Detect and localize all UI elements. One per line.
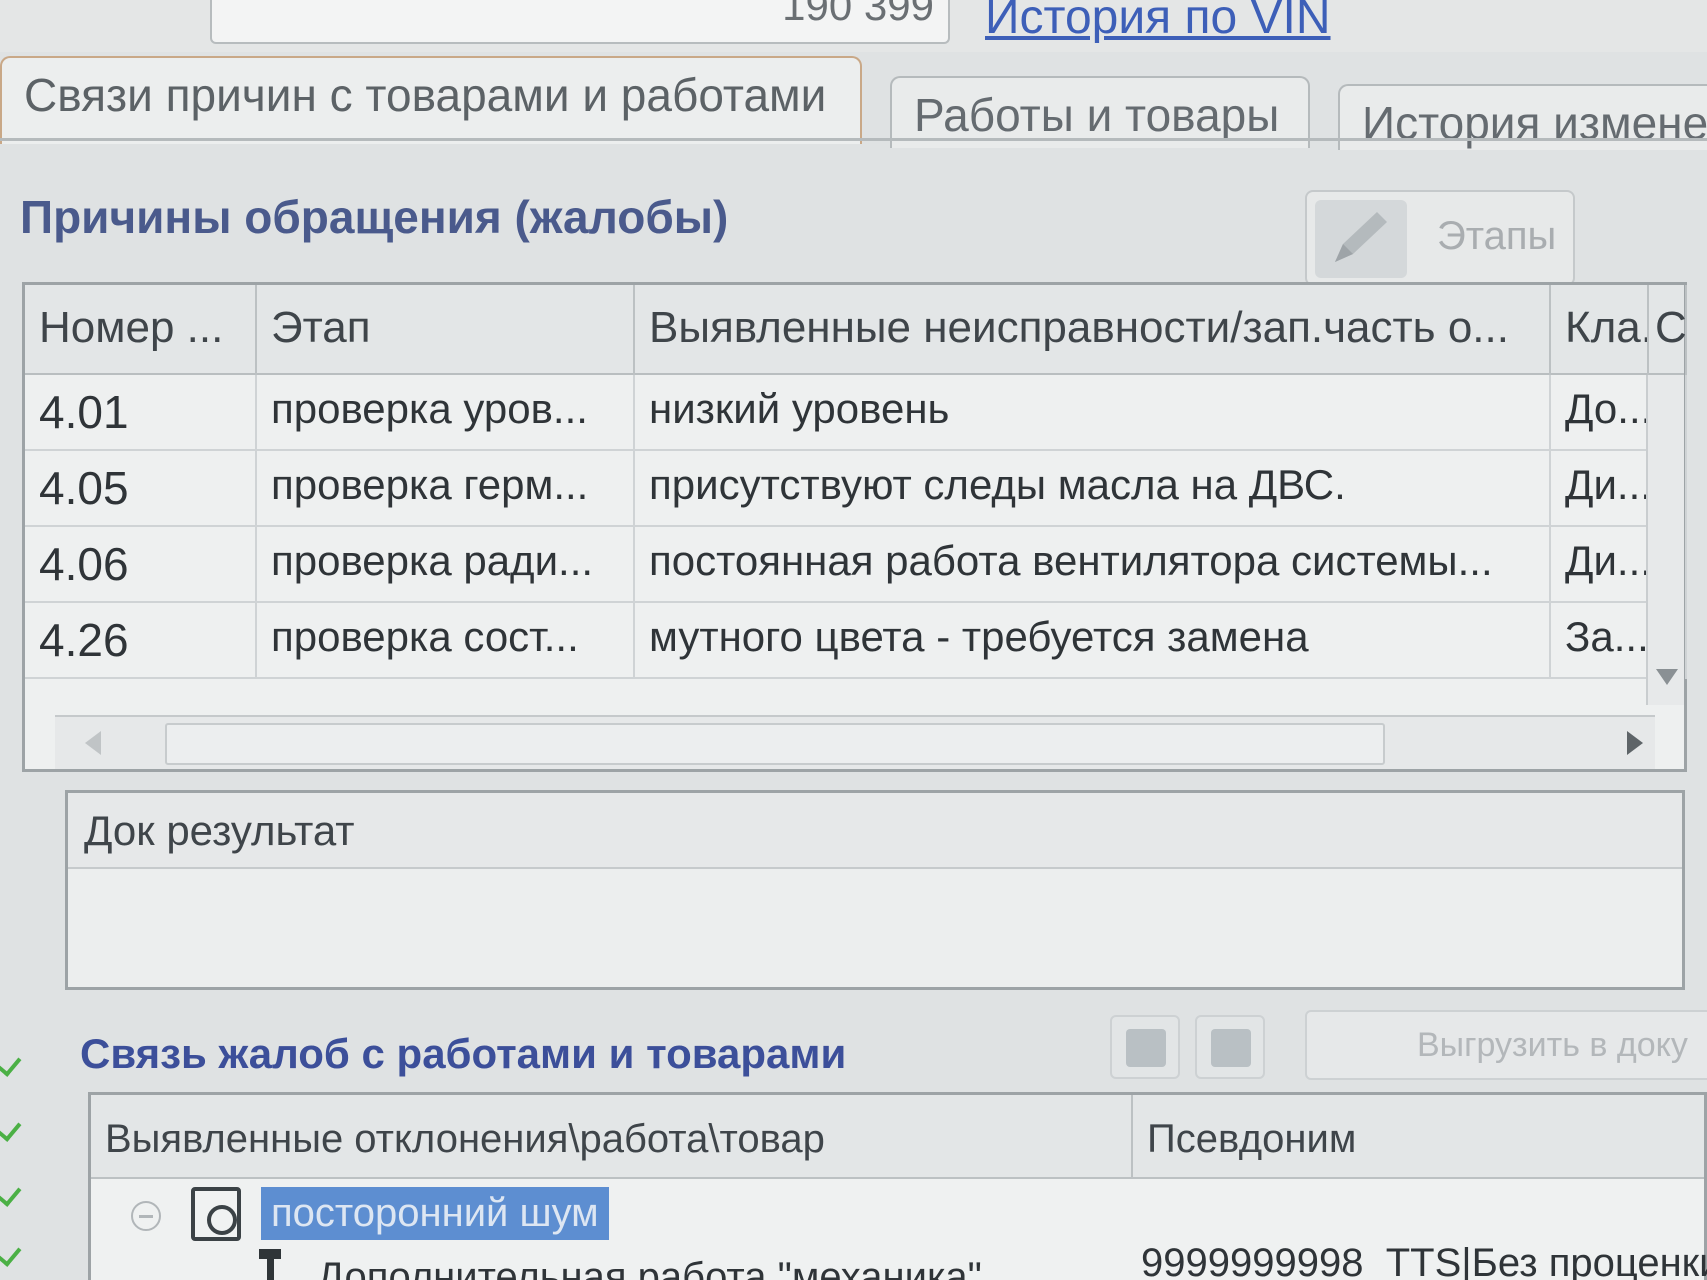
tab-divider (0, 138, 1707, 141)
tab-bar: Связи причин с товарами и работами Работ… (0, 56, 1707, 156)
cell-number: 4.06 (25, 527, 257, 603)
cell-class: Ди... (1551, 527, 1649, 603)
col-header-deviation[interactable]: Выявленные отклонения\работа\товар (91, 1095, 1133, 1179)
tab-causes-links[interactable]: Связи причин с товарами и работами (0, 56, 862, 144)
cell-class: Ди... (1551, 451, 1649, 527)
cell-fault: низкий уровень (635, 375, 1551, 451)
doc-result-panel: Док результат (65, 790, 1685, 990)
cell-number: 4.26 (25, 603, 257, 679)
check-icon (0, 1045, 20, 1085)
minus-icon[interactable] (131, 1201, 161, 1231)
col-header-class[interactable]: Кла... (1551, 285, 1649, 375)
col-header-stage[interactable]: Этап (257, 285, 635, 375)
cell-stage: проверка ради... (257, 527, 635, 603)
complaints-table: Номер ... Этап Выявленные неисправности/… (22, 282, 1687, 772)
vertical-scrollbar[interactable] (1646, 375, 1684, 705)
tree-item-label: Дополнительная работа "механика" (317, 1255, 982, 1280)
links-tree-header: Выявленные отклонения\работа\товар Псевд… (91, 1095, 1704, 1179)
complaints-title: Причины обращения (жалобы) (20, 191, 729, 243)
table-row[interactable]: 4.06 проверка ради... постоянная работа … (25, 527, 1687, 603)
complaints-table-header: Номер ... Этап Выявленные неисправности/… (25, 285, 1687, 375)
cell-number: 4.05 (25, 451, 257, 527)
export-to-doc-button[interactable]: Выгрузить в доку (1305, 1010, 1707, 1080)
arrow-down-icon[interactable] (1656, 669, 1678, 685)
arrow-left-icon[interactable] (85, 731, 101, 755)
check-icon (0, 1110, 20, 1150)
tree-row[interactable]: Дополнительная работа "механика" 9999999… (91, 1241, 1707, 1280)
stages-button[interactable]: Этапы (1305, 190, 1575, 286)
cell-fault: мутного цвета - требуется замена (635, 603, 1551, 679)
cell-number: 4.01 (25, 375, 257, 451)
vin-history-link[interactable]: История по VIN (985, 0, 1331, 45)
check-icon (0, 1175, 20, 1215)
top-value-field[interactable]: 190 399 (210, 0, 950, 44)
col-header-alias[interactable]: Псевдоним (1133, 1095, 1707, 1179)
col-header-c[interactable]: С (1649, 285, 1687, 375)
cell-class: За... (1551, 603, 1649, 679)
links-tree: Выявленные отклонения\работа\товар Псевд… (88, 1092, 1707, 1280)
links-title: Связь жалоб с работами и товарами (80, 1030, 847, 1077)
check-icon (0, 1235, 20, 1275)
doc-result-header[interactable]: Док результат (68, 793, 1682, 869)
table-row-partial[interactable] (25, 679, 1684, 709)
table-row[interactable]: 4.26 проверка сост... мутного цвета - тр… (25, 603, 1687, 679)
scrollbar-thumb[interactable] (165, 723, 1385, 765)
top-field-value: 190 399 (782, 0, 934, 29)
cell-fault: постоянная работа вентилятора системы... (635, 527, 1551, 603)
table-row[interactable]: 4.01 проверка уров... низкий уровень До.… (25, 375, 1687, 451)
cell-fault: присутствуют следы масла на ДВС. (635, 451, 1551, 527)
horizontal-scrollbar[interactable] (55, 715, 1655, 769)
col-header-fault[interactable]: Выявленные неисправности/зап.часть о... (635, 285, 1551, 375)
tree-item-alias: 9999999998_TTS|Без проценки (1141, 1241, 1707, 1280)
cell-stage: проверка уров... (257, 375, 635, 451)
top-strip: 190 399 История по VIN (0, 0, 1707, 52)
toolbar-icon-1[interactable] (1110, 1015, 1180, 1079)
search-doc-icon (191, 1187, 241, 1241)
pencil-icon (1315, 200, 1407, 278)
col-header-number[interactable]: Номер ... (25, 285, 257, 375)
cell-class: До... (1551, 375, 1649, 451)
stages-button-label: Этапы (1437, 214, 1557, 258)
cell-stage: проверка герм... (257, 451, 635, 527)
arrow-right-icon[interactable] (1627, 731, 1643, 755)
cell-stage: проверка сост... (257, 603, 635, 679)
tree-item-label[interactable]: посторонний шум (261, 1187, 609, 1240)
table-row[interactable]: 4.05 проверка герм... присутствуют следы… (25, 451, 1687, 527)
toolbar-icon-2[interactable] (1195, 1015, 1265, 1079)
hammer-icon (259, 1249, 281, 1280)
